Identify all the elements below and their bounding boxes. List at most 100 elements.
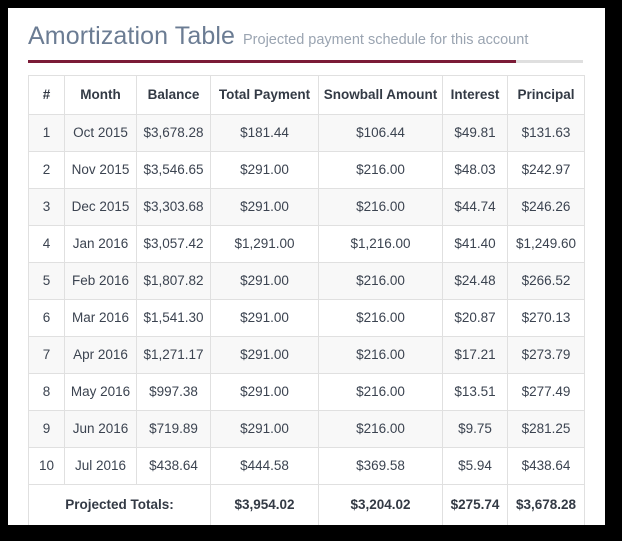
cell-interest: $9.75 [442,409,508,448]
cell-month: Nov 2015 [64,150,137,189]
table-row[interactable]: 1 Oct 2015 $3,678.28 $181.44 $106.44 $49… [28,113,585,152]
cell-interest: $44.74 [442,187,508,226]
cell-total-payment: $291.00 [210,298,319,337]
cell-balance: $3,303.68 [136,187,211,226]
table-row[interactable]: 3 Dec 2015 $3,303.68 $291.00 $216.00 $44… [28,187,585,226]
cell-total-payment: $181.44 [210,113,319,152]
cell-month: Jun 2016 [64,409,137,448]
cell-balance: $719.89 [136,409,211,448]
totals-snowball: $3,204.02 [318,483,443,525]
table-row[interactable]: 8 May 2016 $997.38 $291.00 $216.00 $13.5… [28,372,585,411]
cell-principal: $281.25 [507,409,585,448]
cell-total-payment: $291.00 [210,409,319,448]
column-header-month[interactable]: Month [64,74,137,115]
cell-balance: $997.38 [136,372,211,411]
cell-principal: $270.13 [507,298,585,337]
cell-principal: $131.63 [507,113,585,152]
cell-number: 9 [28,409,65,448]
cell-total-payment: $291.00 [210,187,319,226]
table-container: # Month Balance Total Payment Snowball A… [8,63,605,525]
cell-snowball: $216.00 [318,187,443,226]
cell-snowball: $216.00 [318,261,443,300]
amortization-table: # Month Balance Total Payment Snowball A… [28,74,585,525]
cell-number: 6 [28,298,65,337]
cell-total-payment: $291.00 [210,261,319,300]
column-header-snowball[interactable]: Snowball Amount [318,74,443,115]
table-row[interactable]: 9 Jun 2016 $719.89 $291.00 $216.00 $9.75… [28,409,585,448]
page-title: Amortization Table [28,22,236,50]
cell-balance: $1,271.17 [136,335,211,374]
cell-total-payment: $291.00 [210,372,319,411]
cell-snowball: $216.00 [318,298,443,337]
table-row[interactable]: 5 Feb 2016 $1,807.82 $291.00 $216.00 $24… [28,261,585,300]
cell-principal: $438.64 [507,446,585,485]
cell-balance: $1,807.82 [136,261,211,300]
cell-principal: $273.79 [507,335,585,374]
column-header-principal[interactable]: Principal [507,74,585,115]
cell-snowball: $106.44 [318,113,443,152]
cell-interest: $5.94 [442,446,508,485]
cell-total-payment: $291.00 [210,335,319,374]
column-header-total-payment[interactable]: Total Payment [210,74,319,115]
cell-interest: $24.48 [442,261,508,300]
cell-interest: $41.40 [442,224,508,263]
cell-principal: $246.26 [507,187,585,226]
cell-principal: $1,249.60 [507,224,585,263]
cell-interest: $17.21 [442,335,508,374]
cell-balance: $3,678.28 [136,113,211,152]
cell-snowball: $216.00 [318,150,443,189]
cell-snowball: $1,216.00 [318,224,443,263]
column-header-number[interactable]: # [28,74,65,115]
cell-balance: $3,546.65 [136,150,211,189]
cell-principal: $242.97 [507,150,585,189]
cell-principal: $266.52 [507,261,585,300]
table-row[interactable]: 2 Nov 2015 $3,546.65 $291.00 $216.00 $48… [28,150,585,189]
title-underline-rule [28,59,583,63]
cell-interest: $48.03 [442,150,508,189]
cell-number: 8 [28,372,65,411]
cell-month: Dec 2015 [64,187,137,226]
column-header-balance[interactable]: Balance [136,74,211,115]
cell-month: Jul 2016 [64,446,137,485]
cell-balance: $438.64 [136,446,211,485]
cell-balance: $1,541.30 [136,298,211,337]
cell-snowball: $216.00 [318,335,443,374]
column-header-interest[interactable]: Interest [442,74,508,115]
page-subtitle: Projected payment schedule for this acco… [243,32,529,48]
cell-number: 10 [28,446,65,485]
cell-number: 4 [28,224,65,263]
table-footer: Projected Totals: $3,954.02 $3,204.02 $2… [28,483,585,525]
cell-principal: $277.49 [507,372,585,411]
cell-interest: $13.51 [442,372,508,411]
totals-row: Projected Totals: $3,954.02 $3,204.02 $2… [28,483,585,525]
amortization-panel: Amortization Table Projected payment sch… [8,8,605,525]
table-row[interactable]: 4 Jan 2016 $3,057.42 $1,291.00 $1,216.00… [28,224,585,263]
cell-number: 2 [28,150,65,189]
cell-total-payment: $1,291.00 [210,224,319,263]
cell-total-payment: $291.00 [210,150,319,189]
cell-snowball: $369.58 [318,446,443,485]
cell-balance: $3,057.42 [136,224,211,263]
panel-header: Amortization Table Projected payment sch… [8,8,605,63]
cell-month: Jan 2016 [64,224,137,263]
cell-month: Oct 2015 [64,113,137,152]
cell-month: Feb 2016 [64,261,137,300]
table-row[interactable]: 6 Mar 2016 $1,541.30 $291.00 $216.00 $20… [28,298,585,337]
cell-month: Mar 2016 [64,298,137,337]
cell-snowball: $216.00 [318,372,443,411]
cell-number: 1 [28,113,65,152]
totals-principal: $3,678.28 [507,483,585,525]
cell-interest: $20.87 [442,298,508,337]
cell-number: 7 [28,335,65,374]
table-header: # Month Balance Total Payment Snowball A… [28,74,585,115]
cell-number: 5 [28,261,65,300]
totals-label: Projected Totals: [28,483,211,525]
table-row[interactable]: 7 Apr 2016 $1,271.17 $291.00 $216.00 $17… [28,335,585,374]
table-body: 1 Oct 2015 $3,678.28 $181.44 $106.44 $49… [28,113,585,485]
totals-total-payment: $3,954.02 [210,483,319,525]
title-line: Amortization Table Projected payment sch… [28,22,585,51]
table-row[interactable]: 10 Jul 2016 $438.64 $444.58 $369.58 $5.9… [28,446,585,485]
cell-month: May 2016 [64,372,137,411]
cell-month: Apr 2016 [64,335,137,374]
cell-snowball: $216.00 [318,409,443,448]
